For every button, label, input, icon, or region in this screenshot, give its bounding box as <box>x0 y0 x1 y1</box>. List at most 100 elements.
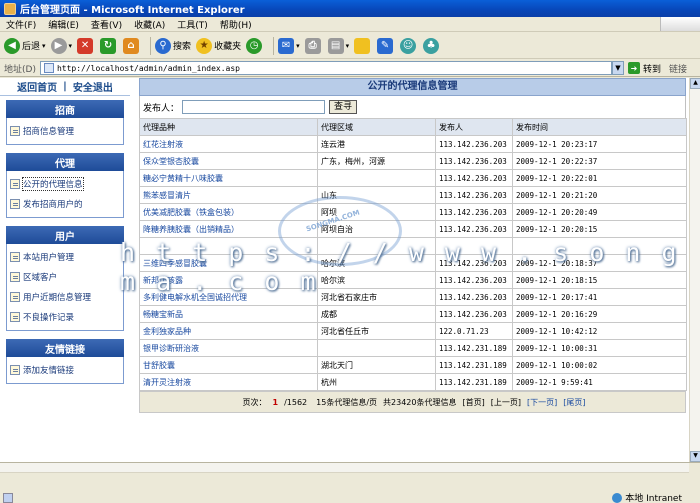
vertical-scrollbar[interactable]: ▲ ▼ <box>689 78 700 462</box>
messenger-button[interactable]: ☺ <box>400 37 418 54</box>
menu-favorites[interactable]: 收藏(A) <box>128 18 171 31</box>
section-links-head[interactable]: 友情链接 <box>6 339 124 357</box>
column-header[interactable]: 代理品种 <box>139 118 318 136</box>
tool-button[interactable]: ♣ <box>423 37 441 54</box>
refresh-icon: ↻ <box>100 37 117 54</box>
sidebar-item-region-customers[interactable]: 区域客户 <box>10 267 123 287</box>
table-row[interactable]: 优美减肥胶囊（铁盒包装） 阿坝 113.142.236.203 2009-12-1 2… <box>139 203 687 221</box>
table-row[interactable]: 清开灵注射液 杭州 113.142.231.189 2009-12-1 9:59:41 <box>139 373 687 391</box>
ie-app-icon <box>4 2 16 15</box>
cell-breed[interactable]: 红花注射液 <box>139 135 318 153</box>
table-row[interactable]: 三维四季感冒胶囊 哈尔滨 113.142.236.203 2009-12-1 20:1… <box>139 254 687 272</box>
publisher-search-input[interactable] <box>182 100 326 114</box>
column-header[interactable]: 代理区域 <box>317 118 436 136</box>
next-page-link[interactable]: [下一页] <box>527 397 557 408</box>
cell-breed[interactable]: 优美减肥胶囊（铁盒包装） <box>139 203 318 221</box>
forward-button[interactable]: ▶ ▾ <box>50 37 73 54</box>
table-row[interactable]: 银甲诊断研治液 113.142.231.189 2009-12-1 10:00:31 <box>139 339 687 357</box>
edit-page-icon: ▤ <box>327 37 344 54</box>
cell-time: 2009-12-1 20:18:37 <box>512 254 687 272</box>
cell-breed[interactable]: 三维四季感冒胶囊 <box>139 254 318 272</box>
logout-link[interactable]: 安全退出 <box>73 79 113 94</box>
table-row[interactable]: 多利健电解水机全国诚招代理 河北省石家庄市 113.142.236.203 2009-… <box>139 288 687 306</box>
section-user-head[interactable]: 用户 <box>6 226 124 244</box>
menu-view[interactable]: 查看(V) <box>85 18 128 31</box>
last-page-link[interactable]: [尾页] <box>563 397 585 408</box>
section-merchant-head[interactable]: 招商 <box>6 100 124 118</box>
sidebar-item-merchant-users[interactable]: 发布招商用户的 <box>10 194 123 214</box>
cell-breed[interactable]: 熊苯感冒清片 <box>139 186 318 204</box>
cell-breed[interactable] <box>139 237 318 255</box>
sidebar-item-merchant-info[interactable]: 招商信息管理 <box>10 121 123 141</box>
table-row[interactable]: 保众堂银杏胶囊 广东，梅州，河源 113.142.236.203 2009-12-1 … <box>139 152 687 170</box>
horizontal-scrollbar[interactable] <box>0 463 689 473</box>
cell-breed[interactable]: 银甲诊断研治液 <box>139 339 318 357</box>
search-submit-button[interactable]: 查寻 <box>329 100 358 114</box>
scroll-down-icon[interactable]: ▼ <box>690 451 700 462</box>
prev-page-link[interactable]: [上一页] <box>491 397 521 408</box>
refresh-button[interactable]: ↻ <box>100 37 118 54</box>
cell-breed[interactable]: 畅糖宝新品 <box>139 305 318 323</box>
research-button[interactable]: ✎ <box>377 37 395 54</box>
table-row[interactable]: 熊苯感冒清片 山东 113.142.236.203 2009-12-1 20:21:2… <box>139 186 687 204</box>
cell-breed[interactable]: 多利健电解水机全国诚招代理 <box>139 288 318 306</box>
table-row[interactable]: 新邦止咳露 哈尔滨 113.142.236.203 2009-12-1 20:18:1… <box>139 271 687 289</box>
cell-breed[interactable]: 新邦止咳露 <box>139 271 318 289</box>
menu-file[interactable]: 文件(F) <box>0 18 42 31</box>
cell-breed[interactable]: 降糖养胰胶囊（出销精品） <box>139 220 318 238</box>
favorites-button[interactable]: ★ 收藏夹 <box>196 37 241 54</box>
back-button[interactable]: ◀ 后退 ▾ <box>4 37 46 54</box>
table-row[interactable]: 金利独家品种 河北省任丘市 122.0.71.23 2009-12-1 10:42:1… <box>139 322 687 340</box>
sidebar-item-site-users[interactable]: 本站用户管理 <box>10 247 123 267</box>
cell-breed[interactable]: 糖必宁黄精十八味胶囊 <box>139 169 318 187</box>
document-icon <box>10 252 20 262</box>
first-page-link[interactable]: [首页] <box>462 397 484 408</box>
print-button[interactable]: ⎙ <box>304 37 323 54</box>
cell-region: 河北省任丘市 <box>317 322 436 340</box>
sidebar-item-add-link[interactable]: 添加友情链接 <box>10 360 123 380</box>
links-button[interactable]: 链接 <box>669 62 687 75</box>
menu-edit[interactable]: 编辑(E) <box>42 18 85 31</box>
cell-time: 2009-12-1 9:59:41 <box>512 373 687 391</box>
sidebar-item-recent-info[interactable]: 用户近期信息管理 <box>10 287 123 307</box>
column-header[interactable]: 发布时间 <box>512 118 687 136</box>
cell-breed[interactable]: 保众堂银杏胶囊 <box>139 152 318 170</box>
cell-breed[interactable]: 甘舒胶囊 <box>139 356 318 374</box>
sidebar-item-bad-ops[interactable]: 不良操作记录 <box>10 307 123 327</box>
table-row[interactable]: 降糖养胰胶囊（出销精品） 阿坝自治 113.142.236.203 2009-12-1… <box>139 220 687 238</box>
address-input[interactable]: http://localhost/admin/admin_index.asp <box>39 61 612 75</box>
table-row[interactable]: 畅糖宝新品 成都 113.142.236.203 2009-12-1 20:16:29 <box>139 305 687 323</box>
cell-breed[interactable]: 清开灵注射液 <box>139 373 318 391</box>
document-icon <box>10 312 20 322</box>
table-row[interactable]: 甘舒胶囊 湖北天门 113.142.231.189 2009-12-1 10:00:0… <box>139 356 687 374</box>
address-label: 地址(D) <box>4 64 36 75</box>
search-button[interactable]: ⚲ 搜索 <box>155 37 191 54</box>
table-row[interactable]: 糖必宁黄精十八味胶囊 113.142.236.203 2009-12-1 20:22… <box>139 169 687 187</box>
table-row[interactable]: 红花注射液 连云港 113.142.236.203 2009-12-1 20:23:1… <box>139 135 687 153</box>
stop-button[interactable]: ✕ <box>77 37 95 54</box>
sidebar-item-public-agent[interactable]: 公开的代理信息 <box>10 174 123 194</box>
cell-breed[interactable]: 金利独家品种 <box>139 322 318 340</box>
edit-button[interactable]: ▤ ▾ <box>327 37 349 54</box>
home-button[interactable]: ⌂ <box>123 37 141 54</box>
menu-help[interactable]: 帮助(H) <box>214 18 258 31</box>
section-agent-head[interactable]: 代理 <box>6 153 124 171</box>
menu-tools[interactable]: 工具(T) <box>171 18 214 31</box>
page-icon <box>43 63 54 73</box>
cell-publisher: 122.0.71.23 <box>435 322 513 340</box>
cell-region: 哈尔滨 <box>317 254 436 272</box>
address-dropdown-icon[interactable]: ▼ <box>611 61 624 75</box>
scroll-up-icon[interactable]: ▲ <box>690 78 700 89</box>
forward-dropdown-icon: ▾ <box>68 41 73 50</box>
document-icon <box>10 272 20 282</box>
nav-divider: | <box>63 81 67 92</box>
column-header[interactable]: 发布人 <box>435 118 513 136</box>
history-button[interactable]: ◷ <box>246 37 264 54</box>
mail-button[interactable]: ✉ ▾ <box>278 37 300 54</box>
toolbar-separator <box>150 36 152 55</box>
go-button[interactable]: ➜ 转到 <box>627 62 661 75</box>
discuss-button[interactable] <box>354 37 372 54</box>
home-link[interactable]: 返回首页 <box>17 79 57 94</box>
cell-region <box>317 237 436 255</box>
table-row[interactable] <box>139 237 687 255</box>
